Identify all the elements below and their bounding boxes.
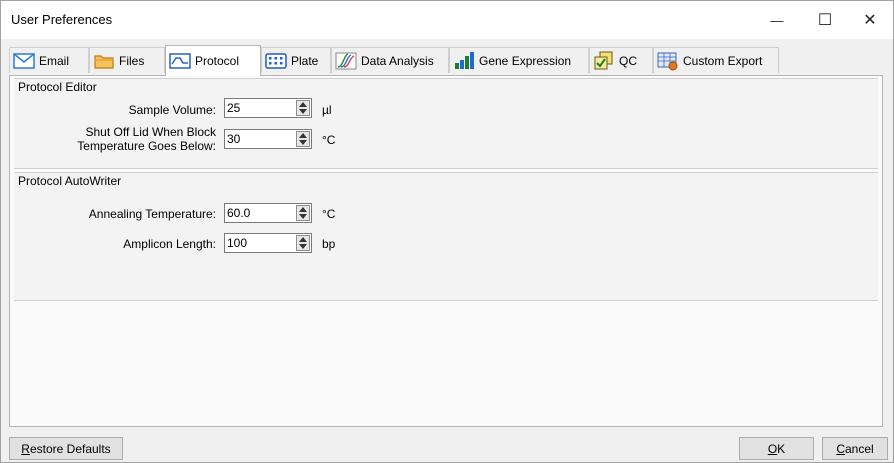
amplicon-length-spinner[interactable] <box>224 233 312 253</box>
sample-volume-input[interactable] <box>225 99 297 117</box>
tab-custom-export[interactable]: Custom Export <box>653 47 779 73</box>
preferences-tab-strip: Email Files Protocol Plate Data Analysis… <box>9 45 789 76</box>
sample-volume-label: Sample Volume: <box>128 103 216 117</box>
spin-up-icon[interactable] <box>297 101 309 108</box>
restore-defaults-button[interactable]: Restore Defaults <box>9 437 123 460</box>
close-window-button[interactable]: ✕ <box>847 1 893 39</box>
annealing-temperature-unit: °C <box>322 207 336 221</box>
shut-off-lid-label-line1: Shut Off Lid When Block <box>85 125 216 139</box>
tab-files-label: Files <box>119 53 145 68</box>
export-spreadsheet-icon <box>657 52 678 70</box>
window-title: User Preferences <box>11 12 113 27</box>
protocol-autowriter-heading: Protocol AutoWriter <box>18 174 122 188</box>
spin-up-icon[interactable] <box>297 206 309 213</box>
minimize-icon: — <box>770 12 784 28</box>
title-bar[interactable]: User Preferences — ☐ ✕ <box>1 1 893 39</box>
protocol-editor-heading: Protocol Editor <box>18 80 97 94</box>
tab-email[interactable]: Email <box>9 47 89 73</box>
tab-email-label: Email <box>39 53 70 68</box>
envelope-icon <box>13 52 35 69</box>
tab-plate[interactable]: Plate <box>261 47 331 73</box>
shut-off-lid-spinner[interactable] <box>224 129 312 149</box>
amplicon-length-spin-buttons[interactable] <box>296 235 310 251</box>
amplification-curves-icon <box>335 52 357 69</box>
annealing-temperature-spin-buttons[interactable] <box>296 205 310 221</box>
protocol-autowriter-group: Protocol AutoWriter Annealing Temperatur… <box>14 172 878 301</box>
protocol-graph-icon <box>169 53 191 69</box>
sample-volume-spinner[interactable] <box>224 98 312 118</box>
spin-down-icon[interactable] <box>297 139 309 146</box>
tab-files[interactable]: Files <box>89 47 165 73</box>
spin-down-icon[interactable] <box>297 213 309 220</box>
tab-data-analysis-label: Data Analysis <box>361 53 434 68</box>
tab-protocol-label: Protocol <box>195 54 240 68</box>
annealing-temperature-spinner[interactable] <box>224 203 312 223</box>
amplicon-length-label: Amplicon Length: <box>123 237 216 251</box>
restore-defaults-label: Restore Defaults <box>21 441 111 456</box>
tab-gene-expression[interactable]: Gene Expression <box>449 47 589 73</box>
ok-label: OK <box>767 441 786 456</box>
annealing-temperature-input[interactable] <box>225 204 297 222</box>
spin-up-icon[interactable] <box>297 132 309 139</box>
maximize-button[interactable]: ☐ <box>802 1 848 39</box>
folder-icon <box>94 54 114 69</box>
plate-grid-icon <box>265 52 287 69</box>
shut-off-lid-label-line2: Temperature Goes Below: <box>77 139 216 153</box>
cancel-label: Cancel <box>836 441 874 456</box>
amplicon-length-input[interactable] <box>225 234 297 252</box>
tab-protocol[interactable]: Protocol <box>165 45 261 76</box>
tab-custom-export-label: Custom Export <box>683 53 763 68</box>
protocol-editor-group: Protocol Editor Sample Volume: µl Shut O… <box>14 78 878 169</box>
annealing-temperature-label: Annealing Temperature: <box>88 207 216 221</box>
maximize-icon: ☐ <box>817 12 833 29</box>
shut-off-lid-unit: °C <box>322 133 336 147</box>
spin-down-icon[interactable] <box>297 108 309 115</box>
close-icon: ✕ <box>863 12 877 29</box>
minimize-button[interactable]: — <box>754 1 800 39</box>
shut-off-lid-label: Shut Off Lid When Block Temperature Goes… <box>24 125 216 153</box>
tab-data-analysis[interactable]: Data Analysis <box>331 47 449 73</box>
tab-plate-label: Plate <box>291 53 319 68</box>
checklist-icon <box>594 51 613 69</box>
bar-graph-icon <box>455 51 474 69</box>
tab-qc-label: QC <box>619 53 637 68</box>
sample-volume-spin-buttons[interactable] <box>296 100 310 116</box>
tab-gene-expression-label: Gene Expression <box>479 53 572 68</box>
ok-button[interactable]: OK <box>739 437 814 460</box>
sample-volume-unit: µl <box>322 103 332 117</box>
shut-off-lid-input[interactable] <box>225 130 297 148</box>
tab-qc[interactable]: QC <box>589 47 653 73</box>
shut-off-lid-spin-buttons[interactable] <box>296 131 310 147</box>
user-preferences-window: User Preferences — ☐ ✕ Email Files Proto… <box>0 0 894 463</box>
protocol-tab-panel: Protocol Editor Sample Volume: µl Shut O… <box>9 75 883 427</box>
spin-up-icon[interactable] <box>297 236 309 243</box>
spin-down-icon[interactable] <box>297 243 309 250</box>
cancel-button[interactable]: Cancel <box>822 437 888 460</box>
amplicon-length-unit: bp <box>322 237 336 251</box>
